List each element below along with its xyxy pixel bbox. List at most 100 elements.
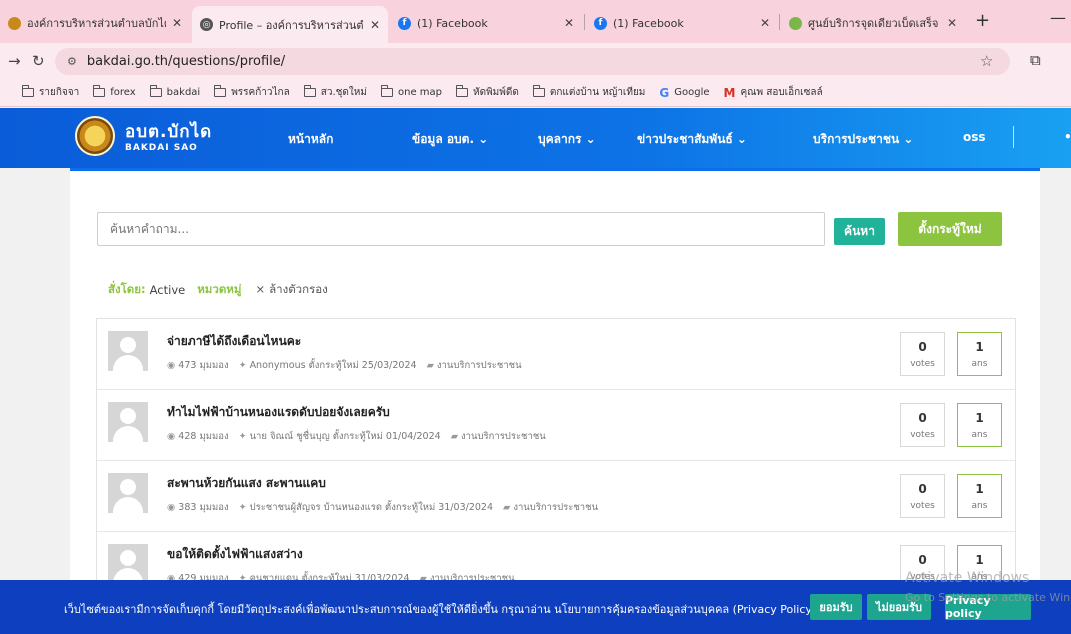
nav-item-services[interactable]: บริการประชาชน ⌄ xyxy=(813,130,913,149)
bookmark-label: bakdai xyxy=(166,87,201,98)
nav-item-about[interactable]: ข้อมูล อบต. ⌄ xyxy=(412,130,488,149)
author-info[interactable]: ประชาชนผู้สัญจร บ้านหนองแรด ตั้งกระทู้ให… xyxy=(250,502,493,513)
bookmark-folder[interactable]: bakdai xyxy=(149,85,201,98)
close-icon[interactable]: ✕ xyxy=(172,16,182,30)
globe-icon: ◎ xyxy=(200,18,213,31)
site-logo-text[interactable]: อบต.บักได xyxy=(125,118,212,145)
question-title[interactable]: จ่ายภาษีได้ถึงเดือนไหนคะ xyxy=(167,332,301,351)
question-list: จ่ายภาษีได้ถึงเดือนไหนคะ ◉ 473 มุมมอง ✦ An… xyxy=(96,318,1016,604)
tab-title: ศูนย์บริการจุดเดียวเบ็ดเสร็จ | องค์ xyxy=(808,17,941,30)
folder-icon xyxy=(532,85,545,97)
bookmark-folder[interactable]: พรรคก้าวไกล xyxy=(214,85,290,100)
browser-tab[interactable]: f (1) Facebook ✕ xyxy=(586,8,778,38)
search-input[interactable] xyxy=(97,212,825,246)
close-icon[interactable]: ✕ xyxy=(760,16,770,30)
question-meta: ◉ 383 มุมมอง ✦ ประชาชนผู้สัญจร บ้านหนองแรด… xyxy=(167,500,598,515)
category-filter[interactable]: หมวดหมู่ xyxy=(197,281,241,299)
google-icon: G xyxy=(659,85,670,100)
url-text: bakdai.go.th/questions/profile/ xyxy=(86,54,286,69)
folder-icon xyxy=(149,85,162,97)
question-title[interactable]: สะพานห้วยกันแสง สะพานแคบ xyxy=(167,474,326,493)
votes-count: 0 xyxy=(918,410,927,425)
eye-icon: ◉ xyxy=(167,431,176,442)
eye-icon: ◉ xyxy=(167,502,176,513)
author-info[interactable]: Anonymous ตั้งกระทู้ใหม่ 25/03/2024 xyxy=(250,360,417,371)
nav-divider xyxy=(1013,126,1014,148)
bookmark-google[interactable]: G Google xyxy=(659,86,709,100)
question-category[interactable]: งานบริการประชาชน xyxy=(513,502,598,513)
answers-box: 1 ans xyxy=(957,332,1002,376)
answers-count: 1 xyxy=(975,552,984,567)
question-category[interactable]: งานบริการประชาชน xyxy=(437,360,522,371)
answers-count: 1 xyxy=(975,481,984,496)
nav-item-news[interactable]: ข่าวประชาสัมพันธ์ ⌄ xyxy=(637,130,747,149)
bookmark-label: one map xyxy=(397,87,442,98)
close-icon[interactable]: ✕ xyxy=(564,16,574,30)
folder-icon xyxy=(22,85,34,97)
site-header: อบต.บักได BAKDAI SAO หน้าหลัก ข้อมูล อบต… xyxy=(0,108,1071,168)
new-topic-button[interactable]: ตั้งกระทู้ใหม่ xyxy=(898,212,1002,246)
bookmark-label: พรรคก้าวไกล xyxy=(231,87,290,98)
filter-bar: สั่งโดย: Active หมวดหมู่ × ล้างตัวกรอง xyxy=(108,281,332,299)
site-logo-seal[interactable] xyxy=(75,116,115,156)
site-favicon-icon xyxy=(8,16,21,30)
question-title[interactable]: ขอให้ติดตั้งไฟฟ้าแสงสว่าง xyxy=(167,545,303,564)
votes-label: votes xyxy=(910,429,935,440)
search-button[interactable]: ค้นหา xyxy=(834,218,885,245)
bookmark-folder[interactable]: สว.ชุดใหม่ xyxy=(303,85,367,100)
answers-count: 1 xyxy=(975,339,984,354)
author-icon: ✦ xyxy=(238,431,247,442)
author-icon: ✦ xyxy=(238,502,247,513)
bookmark-folder[interactable]: รายกิจจา xyxy=(22,85,79,100)
minimize-icon[interactable]: — xyxy=(1050,8,1066,27)
question-row: สะพานห้วยกันแสง สะพานแคบ ◉ 383 มุมมอง ✦ ปร… xyxy=(97,461,1015,532)
author-info[interactable]: นาย จิณณ์ ชูชื่นบุญ ตั้งกระทู้ใหม่ 01/04… xyxy=(250,431,441,442)
bookmark-folder[interactable]: one map xyxy=(380,85,442,98)
bookmark-label: Google xyxy=(674,87,710,98)
nav-item-personnel[interactable]: บุคลากร ⌄ xyxy=(538,130,596,149)
nav-item-oss[interactable]: oss xyxy=(963,130,986,144)
address-bar[interactable]: ⚙ bakdai.go.th/questions/profile/ xyxy=(55,48,1010,75)
tab-title: องค์การบริหารส่วนตำบลบักได – xyxy=(27,17,166,30)
bookmark-folder[interactable]: forex xyxy=(93,85,136,98)
eye-icon: ◉ xyxy=(167,360,176,371)
site-settings-icon[interactable]: ⚙ xyxy=(67,55,77,68)
bookmark-label: สว.ชุดใหม่ xyxy=(320,87,367,98)
bookmark-label: ตกแต่งบ้าน หญ้าเทียม xyxy=(549,87,646,98)
sort-value[interactable]: Active xyxy=(150,283,186,297)
new-tab-icon[interactable]: + xyxy=(975,10,990,31)
avatar xyxy=(108,331,148,371)
bookmark-folder[interactable]: หัดพิมพ์ดีด xyxy=(456,85,519,100)
watermark-line: Go to Settings to activate Windows. xyxy=(905,591,1071,604)
question-title[interactable]: ทำไมไฟฟ้าบ้านหนองแรดดับบ่อยจังเลยครับ xyxy=(167,403,390,422)
tab-divider xyxy=(584,14,585,30)
browser-tab[interactable]: f (1) Facebook ✕ xyxy=(390,8,582,38)
tab-title: Profile – องค์การบริหารส่วนตำบ xyxy=(219,18,364,32)
browser-tab-active[interactable]: ◎ Profile – องค์การบริหารส่วนตำบ ✕ xyxy=(192,6,388,43)
browser-tab[interactable]: ศูนย์บริการจุดเดียวเบ็ดเสร็จ | องค์ ✕ xyxy=(781,8,965,38)
close-icon[interactable]: ✕ xyxy=(370,18,380,32)
forward-icon[interactable]: → xyxy=(8,52,21,70)
extensions-icon[interactable]: ⧉ xyxy=(1030,51,1041,69)
bookmark-star-icon[interactable]: ☆ xyxy=(980,52,993,70)
close-icon[interactable]: ✕ xyxy=(947,16,957,30)
browser-tab[interactable]: องค์การบริหารส่วนตำบลบักได – ✕ xyxy=(0,8,190,38)
reload-icon[interactable]: ↻ xyxy=(32,52,45,70)
bookmark-folder[interactable]: ตกแต่งบ้าน หญ้าเทียม xyxy=(532,85,646,100)
folder-icon xyxy=(380,85,393,97)
nav-item-home[interactable]: หน้าหลัก xyxy=(288,130,333,149)
browser-toolbar: → ↻ ⚙ bakdai.go.th/questions/profile/ ☆ … xyxy=(0,43,1071,79)
folder-icon xyxy=(93,85,106,97)
author-icon: ✦ xyxy=(238,360,247,371)
answers-label: ans xyxy=(971,500,988,511)
clear-filter-button[interactable]: × ล้างตัวกรอง xyxy=(255,281,331,299)
accept-cookies-button[interactable]: ยอมรับ xyxy=(810,594,862,620)
view-count: 383 มุมมอง xyxy=(178,502,229,513)
bookmark-gmail[interactable]: M คุณพ สอบเอ็กเซลล์ xyxy=(724,85,823,100)
question-category[interactable]: งานบริการประชาชน xyxy=(461,431,546,442)
cookie-message: เว็บไซต์ของเรามีการจัดเก็บคุกกี้ โดยมีวั… xyxy=(64,603,817,616)
site-logo-subtext: BAKDAI SAO xyxy=(125,143,198,153)
bookmark-label: คุณพ สอบเอ็กเซลล์ xyxy=(740,87,823,98)
nav-overflow-icon[interactable]: • xyxy=(1064,130,1071,144)
folder-icon xyxy=(303,85,316,97)
